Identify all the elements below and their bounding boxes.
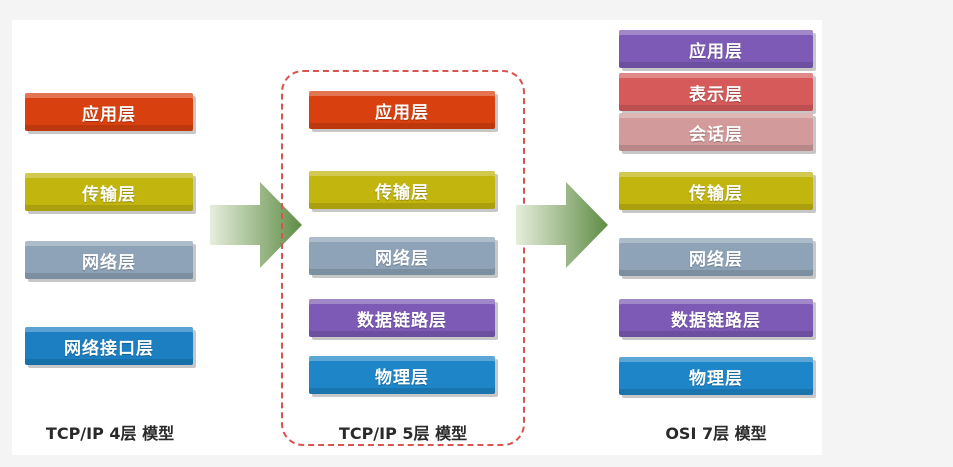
layer-transport: 传输层: [25, 173, 193, 211]
layer-label: 传输层: [82, 184, 136, 205]
layer-presentation: 表示层: [619, 73, 813, 111]
layer-label: 会话层: [689, 124, 743, 145]
layer-label: 网络层: [689, 249, 743, 270]
layer-physical: 物理层: [619, 357, 813, 395]
layer-label: 表示层: [689, 84, 743, 105]
right-arrow-icon: [516, 182, 608, 268]
layer-label: 数据链路层: [357, 310, 447, 331]
layer-transport: 传输层: [619, 172, 813, 210]
layer-label: 网络层: [82, 252, 136, 273]
layer-data-link: 数据链路层: [309, 299, 495, 337]
caption-tcpip-5: TCP/IP 5层 模型: [338, 424, 468, 443]
layer-application: 应用层: [619, 30, 813, 68]
layer-label: 数据链路层: [671, 310, 761, 331]
layer-label: 传输层: [375, 182, 429, 203]
layer-label: 物理层: [375, 367, 429, 388]
layer-application: 应用层: [309, 91, 495, 129]
layer-transport: 传输层: [309, 171, 495, 209]
layer-network: 网络层: [619, 238, 813, 276]
layer-label: 应用层: [689, 41, 743, 62]
caption-tcpip-4: TCP/IP 4层 模型: [45, 424, 175, 443]
layer-network: 网络层: [309, 237, 495, 275]
layer-network: 网络层: [25, 241, 193, 279]
layer-session: 会话层: [619, 113, 813, 151]
layer-label: 传输层: [689, 183, 743, 204]
layer-physical: 物理层: [309, 356, 495, 394]
layer-label: 应用层: [375, 102, 429, 123]
layer-label: 网络接口层: [64, 338, 154, 359]
layer-network-interface: 网络接口层: [25, 327, 193, 365]
layer-label: 应用层: [82, 104, 136, 125]
layer-data-link: 数据链路层: [619, 299, 813, 337]
caption-osi-7: OSI 7层 模型: [665, 424, 767, 443]
layer-label: 物理层: [689, 368, 743, 389]
diagram-stage: 应用层 传输层 网络层 网络接口层 TCP/IP 4层 模型 应用层 传输层 网…: [0, 0, 953, 467]
layer-application: 应用层: [25, 93, 193, 131]
layer-label: 网络层: [375, 248, 429, 269]
